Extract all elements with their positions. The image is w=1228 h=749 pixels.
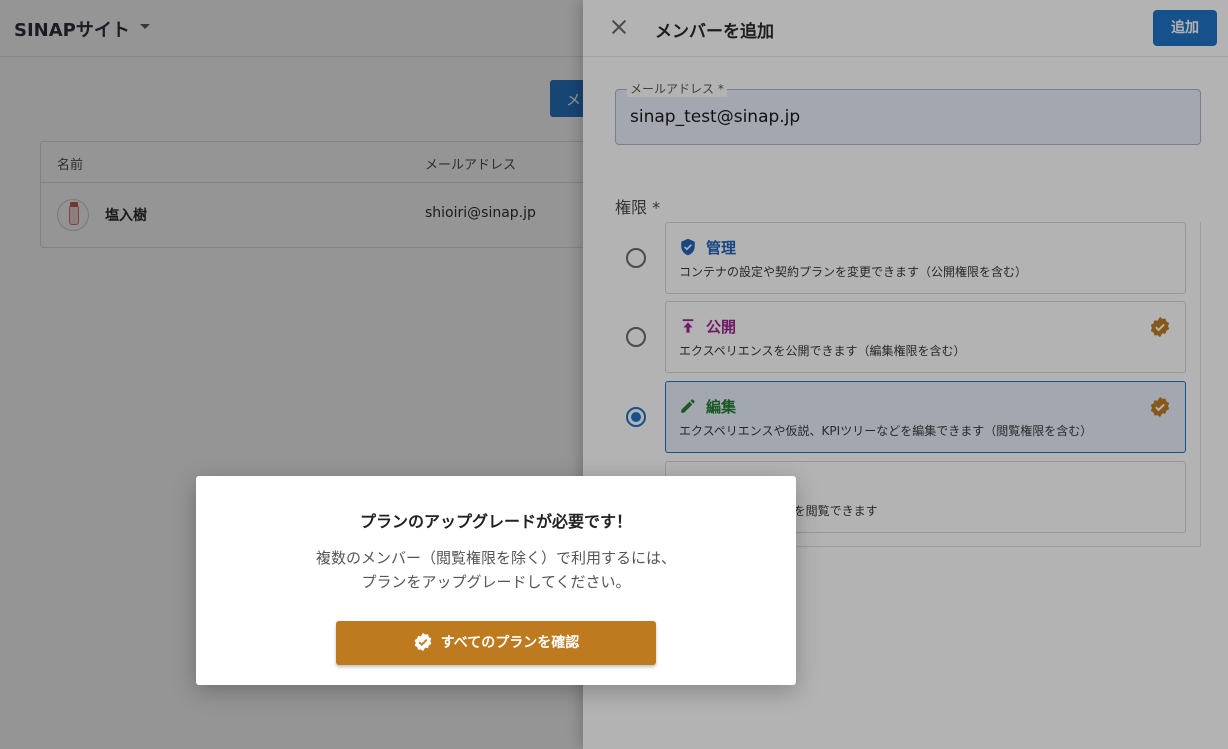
dialog-body-line: プランをアップグレードしてください。 [361,573,631,591]
view-plans-button[interactable]: すべてのプランを確認 [336,621,656,665]
view-plans-button-label: すべてのプランを確認 [440,635,580,651]
upgrade-dialog: プランのアップグレードが必要です！ 複数のメンバー（閲覧権限を除く）で利用するに… [196,476,796,685]
dialog-body: 複数のメンバー（閲覧権限を除く）で利用するには、 プランをアップグレードしてくだ… [196,546,796,594]
dialog-title: プランのアップグレードが必要です！ [359,512,632,531]
verified-badge-icon [414,632,432,651]
dialog-body-line: 複数のメンバー（閲覧権限を除く）で利用するには、 [315,549,676,567]
